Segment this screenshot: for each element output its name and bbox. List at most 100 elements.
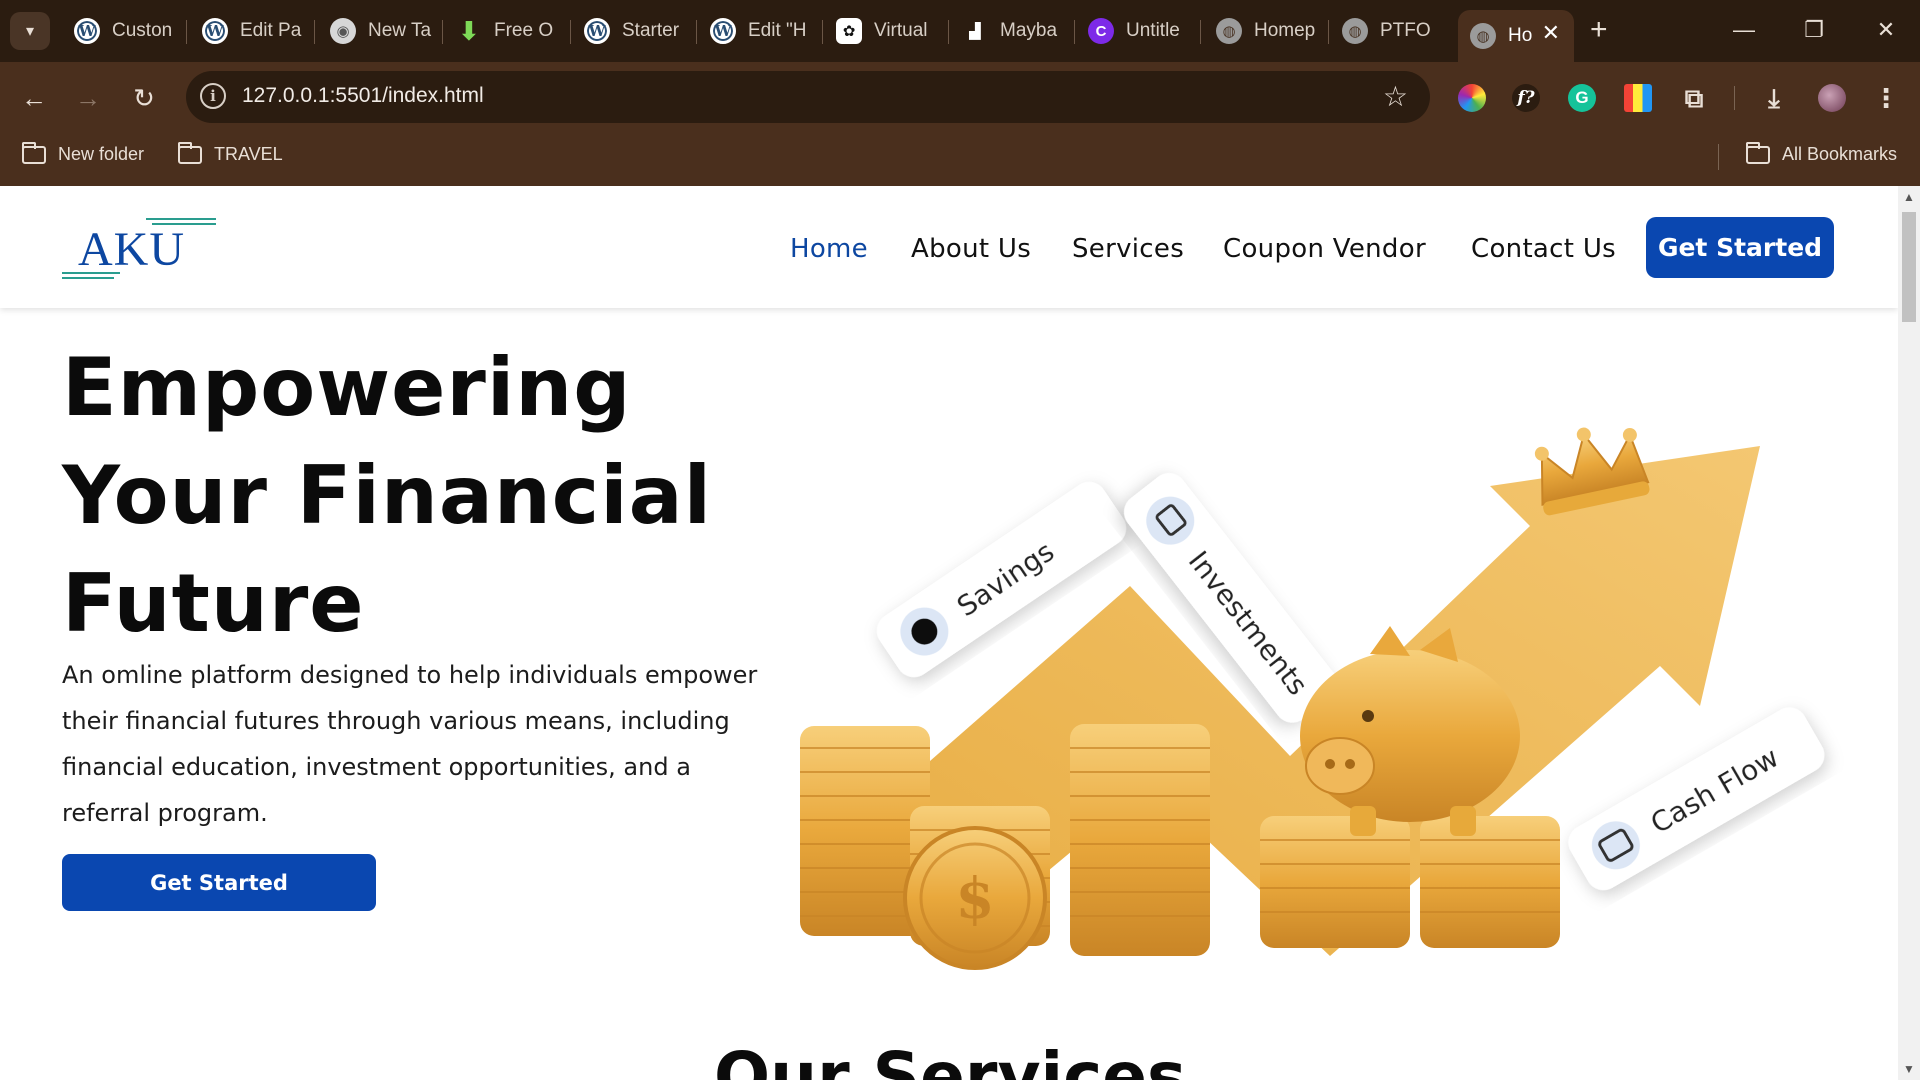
bookmark-label: All Bookmarks xyxy=(1782,144,1898,164)
tab-label: Free O xyxy=(494,20,554,41)
tab-label: Edit "H xyxy=(748,20,807,41)
chrome-icon: ◉ xyxy=(330,18,356,44)
tab-search-button[interactable]: ▾ xyxy=(10,12,50,50)
chevron-down-icon: ▾ xyxy=(25,23,35,40)
folder-icon xyxy=(1746,141,1770,164)
reload-button[interactable]: ↻ xyxy=(126,80,162,116)
page-scrollbar[interactable]: ▲ ▼ xyxy=(1898,186,1920,1080)
site-header: AKU Home About Us Services Coupon Vendor… xyxy=(0,186,1898,308)
tab-label: Custon xyxy=(112,20,173,41)
close-icon[interactable]: ✕ xyxy=(1542,20,1560,46)
tab-divider xyxy=(570,20,571,44)
nav-coupon-vendor[interactable]: Coupon Vendor xyxy=(1223,234,1426,264)
maybank-icon: ▟ xyxy=(962,18,988,44)
coin-stack-right-2 xyxy=(1420,816,1560,948)
tab-label: Homep xyxy=(1254,20,1316,41)
bookmarks-bar: New folder TRAVEL All Bookmarks xyxy=(0,132,1920,186)
bookmark-star-icon[interactable]: ☆ xyxy=(1383,80,1408,113)
logo-text: AKU xyxy=(78,223,185,276)
scroll-down-arrow-icon[interactable]: ▼ xyxy=(1898,1062,1920,1076)
tab-divider xyxy=(822,20,823,44)
nav-home[interactable]: Home xyxy=(790,234,868,264)
downloads-icon[interactable]: ⤓ xyxy=(1760,84,1788,112)
tab-divider xyxy=(1074,20,1075,44)
all-bookmarks-button[interactable]: All Bookmarks xyxy=(1746,141,1898,165)
section-title-our-services: Our Services xyxy=(714,1038,1187,1080)
bookmark-label: TRAVEL xyxy=(214,144,283,164)
restore-button[interactable]: ❐ xyxy=(1794,12,1834,48)
nav-about-us[interactable]: About Us xyxy=(911,234,1031,264)
hero-title: Empowering Your Financial Future xyxy=(62,334,822,658)
wordpress-icon: W xyxy=(74,18,100,44)
tab-edit-page[interactable]: W Edit Pa xyxy=(202,10,306,52)
bookmark-label: New folder xyxy=(58,144,145,164)
download-arrow-icon: ⬇ xyxy=(458,15,480,46)
chatgpt-icon: ✿ xyxy=(836,18,862,44)
info-icon[interactable]: i xyxy=(200,83,226,109)
palette-extension-icon[interactable] xyxy=(1624,84,1652,112)
tab-ptfo[interactable]: ◍ PTFO xyxy=(1342,10,1446,52)
tab-free[interactable]: ⬇ Free O xyxy=(456,10,566,52)
address-bar[interactable]: i 127.0.0.1:5501/index.html ☆ xyxy=(186,71,1430,123)
extensions-puzzle-icon[interactable]: ⧉ xyxy=(1680,84,1708,112)
wordpress-icon: W xyxy=(710,18,736,44)
bookmark-travel[interactable]: TRAVEL xyxy=(178,141,283,165)
tab-virtual[interactable]: ✿ Virtual xyxy=(836,10,946,52)
close-window-button[interactable]: ✕ xyxy=(1866,12,1906,48)
tab-new-tab[interactable]: ◉ New Ta xyxy=(330,10,434,52)
nav-contact-us[interactable]: Contact Us xyxy=(1471,234,1616,264)
tab-label: New Ta xyxy=(368,20,432,41)
tab-untitled[interactable]: C Untitle xyxy=(1088,10,1196,52)
tab-edit-h[interactable]: W Edit "H xyxy=(710,10,814,52)
color-picker-extension-icon[interactable] xyxy=(1458,84,1486,112)
tab-label: Untitle xyxy=(1126,20,1180,41)
tab-label: Virtual xyxy=(874,20,928,41)
logo-decor-line xyxy=(146,218,216,220)
tab-starter[interactable]: W Starter xyxy=(584,10,688,52)
scroll-thumb[interactable] xyxy=(1902,212,1916,322)
globe-icon: ◍ xyxy=(1216,18,1242,44)
more-menu-icon[interactable]: ⋮ xyxy=(1872,84,1900,112)
site-logo[interactable]: AKU xyxy=(62,216,222,279)
nav-services[interactable]: Services xyxy=(1072,234,1184,264)
font-finder-extension-icon[interactable]: f? xyxy=(1512,84,1540,112)
coin-stack-right-1 xyxy=(1260,816,1410,948)
hero-title-line: Future xyxy=(62,557,365,650)
web-page: AKU Home About Us Services Coupon Vendor… xyxy=(0,186,1898,1080)
toolbar-divider xyxy=(1734,86,1735,110)
new-tab-button[interactable]: + xyxy=(1590,14,1608,46)
forward-button[interactable]: → xyxy=(70,80,106,116)
folder-icon xyxy=(178,141,202,164)
tab-custom[interactable]: W Custon xyxy=(74,10,178,52)
hero-title-line: Your Financial xyxy=(62,449,713,542)
wordpress-icon: W xyxy=(202,18,228,44)
restore-icon: ❐ xyxy=(1804,17,1824,42)
tab-label: PTFO xyxy=(1380,20,1431,41)
scroll-up-arrow-icon[interactable]: ▲ xyxy=(1898,190,1920,204)
minimize-button[interactable]: — xyxy=(1724,12,1764,48)
tab-maybank[interactable]: ▟ Mayba xyxy=(962,10,1070,52)
cash-flow-card: Cash Flow xyxy=(1568,707,1825,891)
back-button[interactable]: ← xyxy=(16,80,52,116)
profile-avatar[interactable] xyxy=(1818,84,1846,112)
tab-divider xyxy=(314,20,315,44)
hero-get-started-button[interactable]: Get Started xyxy=(62,854,376,911)
tab-divider xyxy=(442,20,443,44)
browser-toolbar: ← → ↻ i 127.0.0.1:5501/index.html ☆ f? G… xyxy=(0,62,1920,132)
url-text[interactable]: 127.0.0.1:5501/index.html xyxy=(242,84,484,108)
hero-illustration: Savings Investments Cash Flow $ xyxy=(770,336,1850,1056)
arrow-left-icon: ← xyxy=(21,83,47,113)
tab-label: Edit Pa xyxy=(240,20,302,41)
tab-homepage[interactable]: ◍ Homep xyxy=(1216,10,1324,52)
tab-active-home[interactable]: ◍ Ho ✕ xyxy=(1458,10,1574,62)
tab-strip: ▾ W Custon W Edit Pa ◉ New Ta ⬇ Free O W… xyxy=(0,0,1920,62)
bookmark-new-folder[interactable]: New folder xyxy=(22,141,145,165)
logo-decor-line xyxy=(62,272,120,274)
tab-label: Mayba xyxy=(1000,20,1058,41)
header-get-started-button[interactable]: Get Started xyxy=(1646,217,1834,278)
canva-icon: C xyxy=(1088,18,1114,44)
plus-icon: + xyxy=(1590,13,1608,46)
tab-divider xyxy=(186,20,187,44)
tab-divider xyxy=(948,20,949,44)
grammarly-icon[interactable]: G xyxy=(1568,84,1596,112)
